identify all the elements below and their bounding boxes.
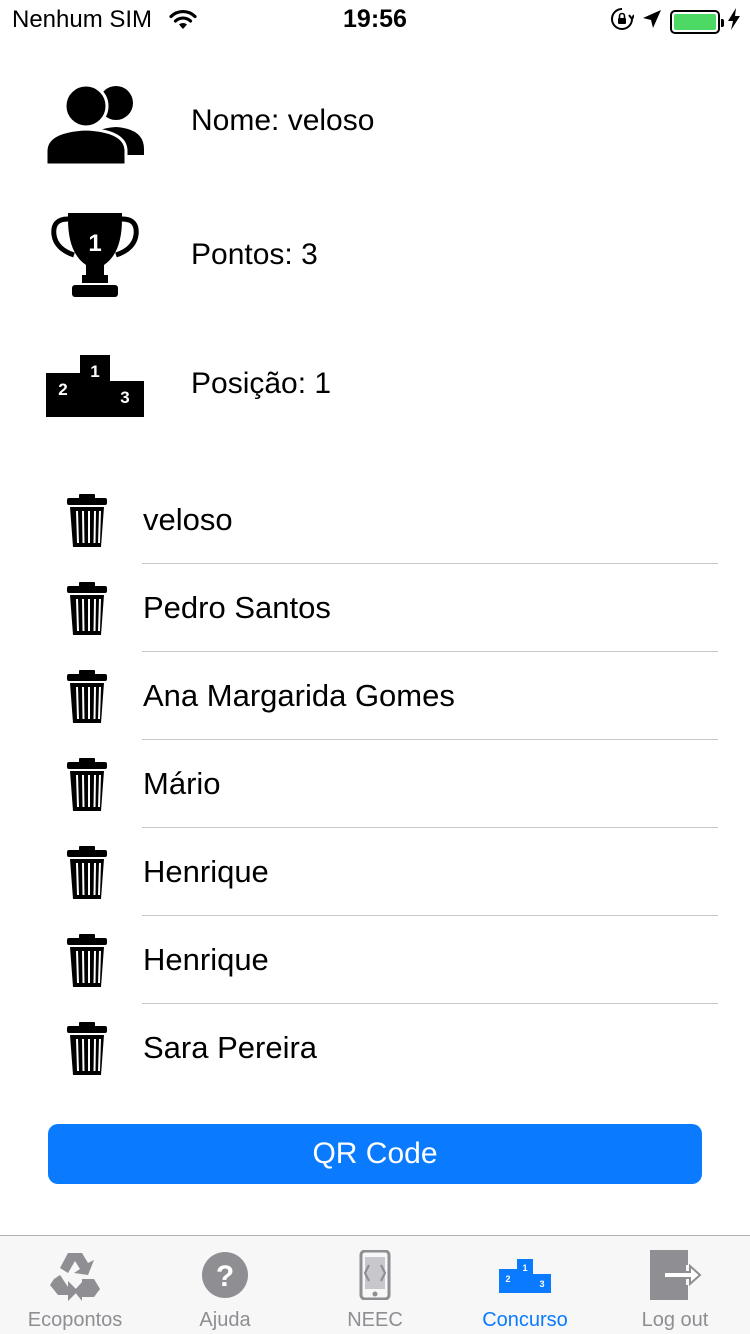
status-bar: Nenhum SIM 19:56 (0, 0, 750, 40)
trash-icon[interactable] (64, 758, 110, 817)
trash-icon[interactable] (64, 582, 110, 641)
user-name: Ana Margarida Gomes (143, 678, 455, 713)
user-name: Henrique (143, 854, 269, 889)
users-icon (46, 81, 144, 165)
profile-name-row: Nome: veloso (46, 80, 374, 166)
profile-position-row: 1 2 3 Posição: 1 (46, 350, 331, 418)
svg-text:2: 2 (58, 380, 67, 399)
profile-name: Nome: veloso (191, 104, 375, 137)
recycle-icon (0, 1248, 150, 1302)
battery-level (674, 13, 716, 30)
tab-ecopontos[interactable]: Ecopontos (0, 1236, 150, 1334)
user-row[interactable]: Sara Pereira (0, 1004, 750, 1092)
phone-icon (300, 1248, 450, 1302)
user-name: Pedro Santos (143, 590, 331, 625)
tab-label: Concurso (482, 1309, 568, 1331)
battery-icon (670, 9, 724, 34)
user-row[interactable]: Henrique (0, 916, 750, 1004)
svg-text:2: 2 (505, 1274, 510, 1284)
svg-text:1: 1 (88, 230, 101, 257)
user-name: Sara Pereira (143, 1030, 318, 1065)
tab-concurso[interactable]: 1 2 3 Concurso (450, 1236, 600, 1334)
trash-icon[interactable] (64, 846, 110, 905)
user-row[interactable]: veloso (0, 476, 750, 564)
tab-log-out[interactable]: Log out (600, 1236, 750, 1334)
tab-neec[interactable]: NEEC (300, 1236, 450, 1334)
help-icon: ? (150, 1248, 300, 1302)
tab-label: Ecopontos (27, 1309, 123, 1331)
qr-code-button[interactable]: QR Code (48, 1124, 702, 1184)
tab-bar: Ecopontos ? Ajuda NEEC 1 2 3 Concurso Lo… (0, 1235, 750, 1334)
user-name: veloso (143, 502, 233, 537)
orientation-lock-icon (610, 7, 635, 36)
svg-text:3: 3 (539, 1279, 544, 1289)
tab-label: NEEC (347, 1309, 403, 1331)
charging-icon (728, 8, 740, 35)
svg-text:1: 1 (90, 362, 99, 381)
user-name: Henrique (143, 942, 269, 977)
trophy-icon: 1 (46, 209, 144, 301)
svg-text:3: 3 (120, 388, 129, 407)
user-name: Mário (143, 766, 221, 801)
user-row[interactable]: Mário (0, 740, 750, 828)
trash-icon[interactable] (64, 934, 110, 993)
profile-points: Pontos: 3 (191, 238, 318, 271)
tab-label: Ajuda (199, 1309, 251, 1331)
logout-icon (600, 1248, 750, 1302)
status-right (610, 7, 740, 36)
profile-points-row: 1 Pontos: 3 (46, 208, 318, 302)
trash-icon[interactable] (64, 1022, 110, 1081)
trash-icon[interactable] (64, 670, 110, 729)
tab-label: Log out (641, 1309, 709, 1331)
user-row[interactable]: Pedro Santos (0, 564, 750, 652)
user-row[interactable]: Henrique (0, 828, 750, 916)
profile-position: Posição: 1 (191, 367, 332, 400)
podium-icon: 1 2 3 (450, 1248, 600, 1302)
svg-text:?: ? (216, 1260, 234, 1293)
trash-icon[interactable] (64, 494, 110, 553)
location-icon (642, 9, 662, 34)
user-row[interactable]: Ana Margarida Gomes (0, 652, 750, 740)
tab-ajuda[interactable]: ? Ajuda (150, 1236, 300, 1334)
podium-icon: 1 2 3 (46, 351, 144, 417)
svg-text:1: 1 (522, 1263, 527, 1273)
user-list: veloso Pedro Santos Ana Margarida Gomes … (0, 476, 750, 1092)
contest-screen: Nenhum SIM 19:56 Nome: veloso 1 Pontos: … (0, 0, 750, 1334)
